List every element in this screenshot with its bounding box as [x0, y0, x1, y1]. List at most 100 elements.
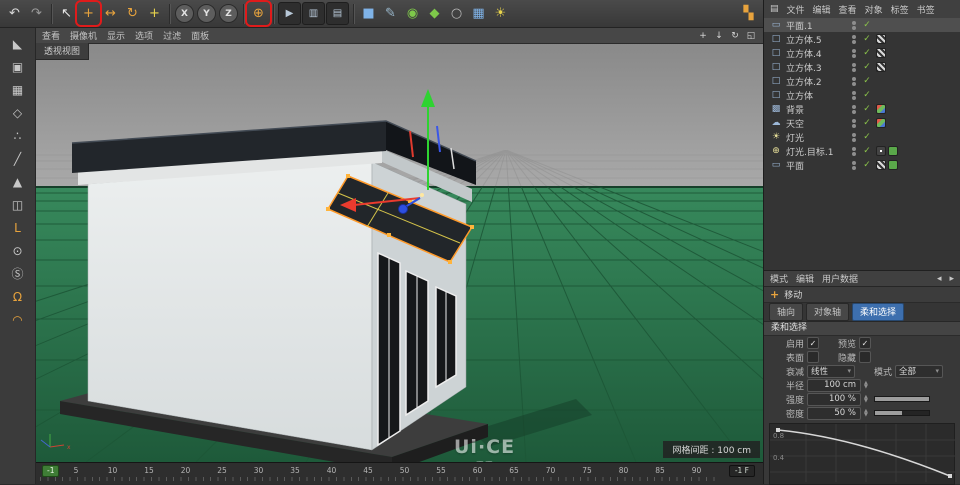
- enabled-check-icon[interactable]: ✓: [862, 90, 872, 100]
- radius-spinner[interactable]: ▲▼: [864, 381, 868, 389]
- om-menu-1[interactable]: 编辑: [813, 3, 831, 16]
- strength-slider[interactable]: [874, 396, 930, 402]
- mograph-icon[interactable]: ◆: [424, 3, 445, 24]
- viewport-filter-icon[interactable]: ◫: [6, 194, 30, 215]
- visibility-dots[interactable]: [850, 63, 858, 72]
- visibility-dots[interactable]: [850, 147, 858, 156]
- render-visibility-dot[interactable]: [852, 166, 856, 170]
- object-row[interactable]: ☁天空✓: [764, 116, 960, 130]
- model-mode-icon[interactable]: ▣: [6, 56, 30, 77]
- enabled-check-icon[interactable]: ✓: [862, 76, 872, 86]
- enabled-check-icon[interactable]: ✓: [862, 104, 872, 114]
- checker-tag-icon[interactable]: [876, 160, 886, 170]
- view-zoom-icon[interactable]: ↓: [713, 31, 725, 41]
- viewport-menu-5[interactable]: 面板: [191, 29, 209, 42]
- x-axis-lock-icon[interactable]: X: [175, 4, 194, 23]
- attribute-tab-0[interactable]: 轴向: [769, 303, 803, 321]
- render-view-icon[interactable]: ▶: [278, 2, 301, 25]
- paint-tag-icon[interactable]: [876, 118, 886, 128]
- snapping-icon[interactable]: ⊙: [6, 240, 30, 261]
- enable-checkbox[interactable]: ✓: [807, 337, 819, 349]
- render-visibility-dot[interactable]: [852, 68, 856, 72]
- view-label[interactable]: 透视视图: [36, 43, 89, 60]
- subdivision-surface-icon[interactable]: ◉: [402, 3, 423, 24]
- render-picture-viewer-icon[interactable]: ▥: [302, 2, 325, 25]
- radius-input[interactable]: 100 cm: [807, 379, 861, 392]
- visibility-dots[interactable]: [850, 35, 858, 44]
- axis-mode-icon[interactable]: ◇: [6, 102, 30, 123]
- light-icon[interactable]: ☀: [490, 3, 511, 24]
- render-visibility-dot[interactable]: [852, 96, 856, 100]
- visibility-dots[interactable]: [850, 91, 858, 100]
- object-row[interactable]: □立方体.3✓: [764, 60, 960, 74]
- editor-visibility-dot[interactable]: [852, 91, 856, 95]
- paint-tag-icon[interactable]: [876, 104, 886, 114]
- move-tool-icon[interactable]: +: [78, 3, 99, 24]
- editor-visibility-dot[interactable]: [852, 133, 856, 137]
- object-row[interactable]: □立方体.2✓: [764, 74, 960, 88]
- object-row[interactable]: □立方体.5✓: [764, 32, 960, 46]
- green-tag-icon[interactable]: [888, 146, 898, 156]
- am-nav-back-icon[interactable]: ◂: [937, 274, 942, 284]
- view-maximize-icon[interactable]: ◱: [745, 31, 757, 41]
- viewport-menu-2[interactable]: 显示: [107, 29, 125, 42]
- object-row[interactable]: ☀灯光✓: [764, 130, 960, 144]
- falloff-select[interactable]: 线性▾: [807, 365, 855, 378]
- y-axis-lock-icon[interactable]: Y: [197, 4, 216, 23]
- editor-visibility-dot[interactable]: [852, 49, 856, 53]
- enabled-check-icon[interactable]: ✓: [862, 48, 872, 58]
- editor-visibility-dot[interactable]: [852, 21, 856, 25]
- render-visibility-dot[interactable]: [852, 138, 856, 142]
- editor-visibility-dot[interactable]: [852, 161, 856, 165]
- object-row[interactable]: ▭平面✓: [764, 158, 960, 172]
- simulate-icon[interactable]: ○: [446, 3, 467, 24]
- cube-primitive-icon[interactable]: ■: [358, 3, 379, 24]
- om-menu-0[interactable]: 文件: [787, 3, 805, 16]
- editor-visibility-dot[interactable]: [852, 77, 856, 81]
- target-tag-icon[interactable]: [876, 146, 886, 156]
- render-visibility-dot[interactable]: [852, 152, 856, 156]
- visibility-dots[interactable]: [850, 119, 858, 128]
- render-visibility-dot[interactable]: [852, 54, 856, 58]
- am-menu-2[interactable]: 用户数据: [822, 272, 858, 285]
- object-row[interactable]: □立方体.4✓: [764, 46, 960, 60]
- enabled-check-icon[interactable]: ✓: [862, 62, 872, 72]
- editor-visibility-dot[interactable]: [852, 105, 856, 109]
- om-menu-5[interactable]: 书签: [917, 3, 935, 16]
- density-spinner[interactable]: ▲▼: [864, 409, 868, 417]
- z-axis-lock-icon[interactable]: Z: [219, 4, 238, 23]
- visibility-dots[interactable]: [850, 133, 858, 142]
- redo-icon[interactable]: ↷: [26, 3, 47, 24]
- density-slider[interactable]: [874, 410, 930, 416]
- render-visibility-dot[interactable]: [852, 40, 856, 44]
- checker-tag-icon[interactable]: [876, 62, 886, 72]
- keyframe-selection-icon[interactable]: Ⓢ: [6, 263, 30, 284]
- surface-checkbox[interactable]: [807, 351, 819, 363]
- editor-visibility-dot[interactable]: [852, 63, 856, 67]
- panel-icon[interactable]: ▤: [770, 4, 779, 14]
- enabled-check-icon[interactable]: ✓: [862, 34, 872, 44]
- make-editable-icon[interactable]: ◣: [6, 33, 30, 54]
- texture-mode-icon[interactable]: ▦: [6, 79, 30, 100]
- visibility-dots[interactable]: [850, 161, 858, 170]
- checker-tag-icon[interactable]: [876, 48, 886, 58]
- viewport[interactable]: 查看摄像机显示选项过滤面板 +↓↻◱ 透视视图: [36, 28, 763, 462]
- visibility-dots[interactable]: [850, 105, 858, 114]
- section-header-soft-selection[interactable]: 柔和选择: [764, 322, 960, 336]
- render-visibility-dot[interactable]: [852, 124, 856, 128]
- falloff-curve-graph[interactable]: 0.8 0.4: [769, 423, 955, 485]
- strength-input[interactable]: 100 %: [807, 393, 861, 406]
- viewport-canvas[interactable]: x: [36, 43, 763, 462]
- scale-tool-icon[interactable]: ↔: [100, 3, 121, 24]
- strength-spinner[interactable]: ▲▼: [864, 395, 868, 403]
- viewport-menu-1[interactable]: 摄像机: [70, 29, 97, 42]
- visibility-dots[interactable]: [850, 49, 858, 58]
- enabled-check-icon[interactable]: ✓: [862, 146, 872, 156]
- om-menu-4[interactable]: 标签: [891, 3, 909, 16]
- enabled-check-icon[interactable]: ✓: [862, 118, 872, 128]
- polygons-mode-icon[interactable]: ▲: [6, 171, 30, 192]
- current-frame-field[interactable]: -1 F: [729, 465, 755, 477]
- editor-visibility-dot[interactable]: [852, 119, 856, 123]
- visibility-dots[interactable]: [850, 77, 858, 86]
- last-used-tool-icon[interactable]: +: [144, 3, 165, 24]
